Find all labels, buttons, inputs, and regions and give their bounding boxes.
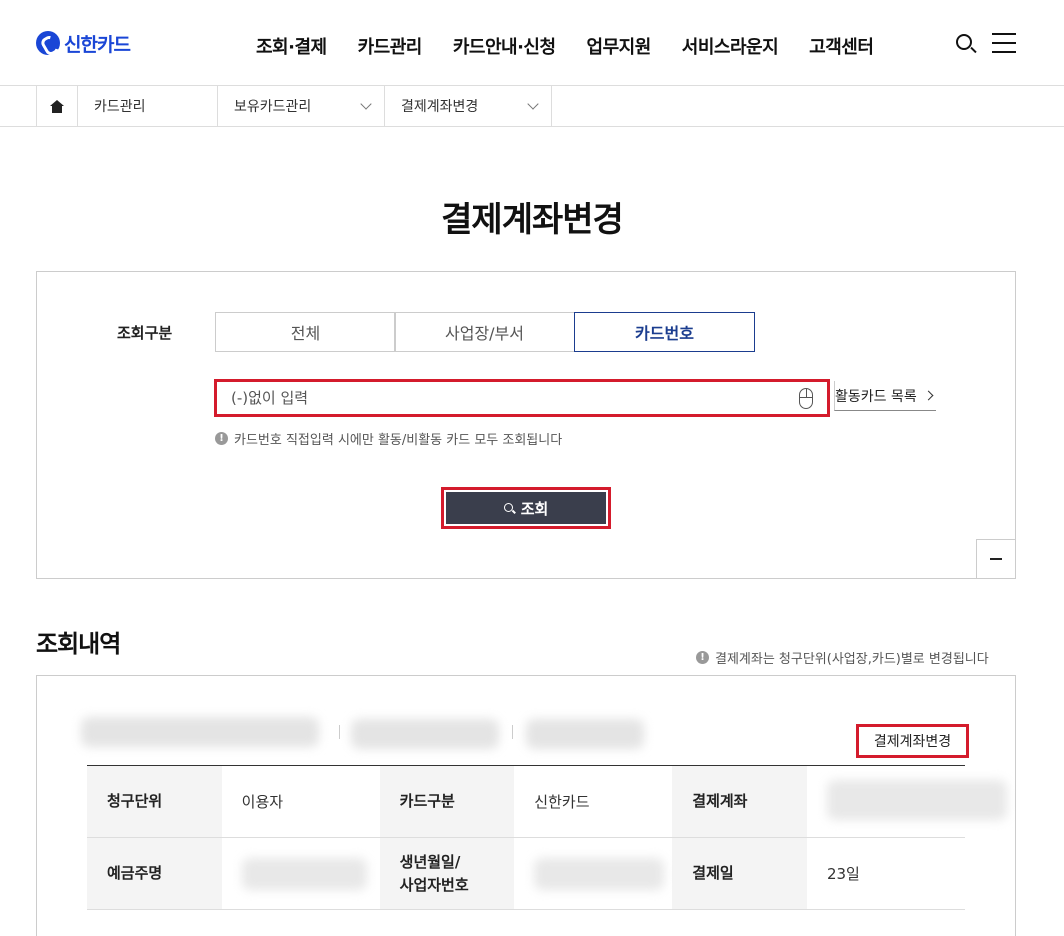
redacted-holder-cell	[221, 837, 380, 910]
result-card: 결제계좌변경 청구단위 이용자 카드구분 신한카드 결제계좌 예금주명 생년월일…	[36, 675, 1016, 936]
divider	[339, 725, 340, 739]
menu-item-business-support[interactable]: 업무지원	[587, 33, 652, 59]
global-header: 신한카드 조회·결제 카드관리 카드안내·신청 업무지원 서비스라운지 고객센터	[0, 0, 1064, 86]
breadcrumb-label: 카드관리	[94, 99, 146, 115]
segment-all[interactable]: 전체	[215, 312, 396, 352]
search-panel: 조회구분 전체 사업장/부서 카드번호 활동카드 목록 ! 카드번호 직접입력 …	[36, 271, 1016, 579]
table-value-cell: 이용자	[221, 765, 380, 838]
result-info-table: 청구단위 이용자 카드구분 신한카드 결제계좌 예금주명 생년월일/ 사업자번호…	[87, 765, 1007, 910]
table-header-cell: 청구단위	[87, 765, 222, 838]
chevron-right-icon	[923, 390, 934, 401]
breadcrumb-label: 결제계좌변경	[401, 99, 479, 115]
info-icon: !	[696, 651, 709, 664]
change-payment-account-button[interactable]: 결제계좌변경	[856, 724, 969, 758]
redacted-card-number	[351, 719, 499, 749]
virtual-keyboard-mouse-icon[interactable]	[799, 388, 813, 409]
logo-text: 신한카드	[64, 33, 131, 56]
menu-icon[interactable]	[992, 33, 1016, 53]
redacted-account	[826, 780, 1007, 820]
results-notice: ! 결제계좌는 청구단위(사업장,카드)별로 변경됩니다	[696, 648, 989, 667]
divider	[512, 725, 513, 739]
table-header-cell: 카드구분	[379, 765, 515, 838]
card-input-notice-text: 카드번호 직접입력 시에만 활동/비활동 카드 모두 조회됩니다	[234, 433, 563, 448]
main-menu: 조회·결제 카드관리 카드안내·신청 업무지원 서비스라운지 고객센터	[256, 33, 874, 59]
active-card-list-label: 활동카드 목록	[835, 388, 917, 405]
info-icon: !	[215, 432, 228, 445]
redacted-birth-business-number	[534, 858, 665, 890]
home-icon	[50, 99, 64, 113]
shinhan-card-logo[interactable]: 신한카드	[36, 30, 131, 56]
menu-item-card-management[interactable]: 카드관리	[358, 33, 423, 59]
card-input-notice: ! 카드번호 직접입력 시에만 활동/비활동 카드 모두 조회됩니다	[215, 429, 562, 448]
card-number-field-wrapper	[214, 379, 830, 417]
breadcrumb-owned-cards[interactable]: 보유카드관리	[218, 86, 385, 126]
redacted-birth-cell	[514, 837, 673, 910]
breadcrumb-card-management[interactable]: 카드관리	[78, 86, 218, 126]
page-title: 결제계좌변경	[441, 200, 624, 240]
table-header-cell: 생년월일/ 사업자번호	[379, 837, 515, 910]
table-header-cell: 결제계좌	[672, 765, 807, 838]
table-row: 청구단위 이용자 카드구분 신한카드 결제계좌	[87, 765, 1007, 838]
segment-business-dept[interactable]: 사업장/부서	[394, 312, 575, 352]
breadcrumb-change-account[interactable]: 결제계좌변경	[385, 86, 552, 126]
breadcrumb-home[interactable]	[36, 86, 78, 126]
breadcrumb-label: 보유카드관리	[234, 99, 312, 115]
menu-item-inquiry-payment[interactable]: 조회·결제	[256, 33, 327, 59]
results-title: 조회내역	[36, 630, 121, 658]
redacted-card-status	[526, 719, 644, 749]
table-header-cell: 결제일	[672, 837, 807, 910]
results-notice-text: 결제계좌는 청구단위(사업장,카드)별로 변경됩니다	[715, 652, 989, 667]
search-icon	[503, 502, 515, 514]
card-number-input[interactable]	[217, 382, 777, 414]
redacted-account-cell	[806, 765, 1007, 838]
search-submit-label: 조회	[520, 499, 549, 518]
shinhan-logo-icon	[36, 31, 60, 55]
active-card-list-link[interactable]: 활동카드 목록	[834, 381, 936, 411]
collapse-panel-button[interactable]	[976, 539, 1016, 579]
table-row: 예금주명 생년월일/ 사업자번호 결제일 23일	[87, 837, 965, 910]
table-value-cell: 23일	[806, 837, 965, 910]
menu-item-card-guide-apply[interactable]: 카드안내·신청	[453, 33, 556, 59]
menu-item-customer-center[interactable]: 고객센터	[809, 33, 874, 59]
menu-item-service-lounge[interactable]: 서비스라운지	[682, 33, 779, 59]
chevron-down-icon	[527, 98, 539, 110]
chevron-down-icon	[360, 98, 372, 110]
inquiry-type-label: 조회구분	[117, 324, 173, 342]
segment-card-number[interactable]: 카드번호	[574, 312, 755, 352]
table-header-cell: 예금주명	[87, 837, 222, 910]
redacted-holder-name	[241, 858, 367, 890]
redacted-card-name	[81, 717, 319, 747]
breadcrumb: 카드관리 보유카드관리 결제계좌변경	[0, 86, 1064, 127]
table-value-cell: 신한카드	[514, 765, 673, 838]
search-icon[interactable]	[954, 32, 978, 56]
search-submit-button[interactable]: 조회	[441, 487, 611, 529]
